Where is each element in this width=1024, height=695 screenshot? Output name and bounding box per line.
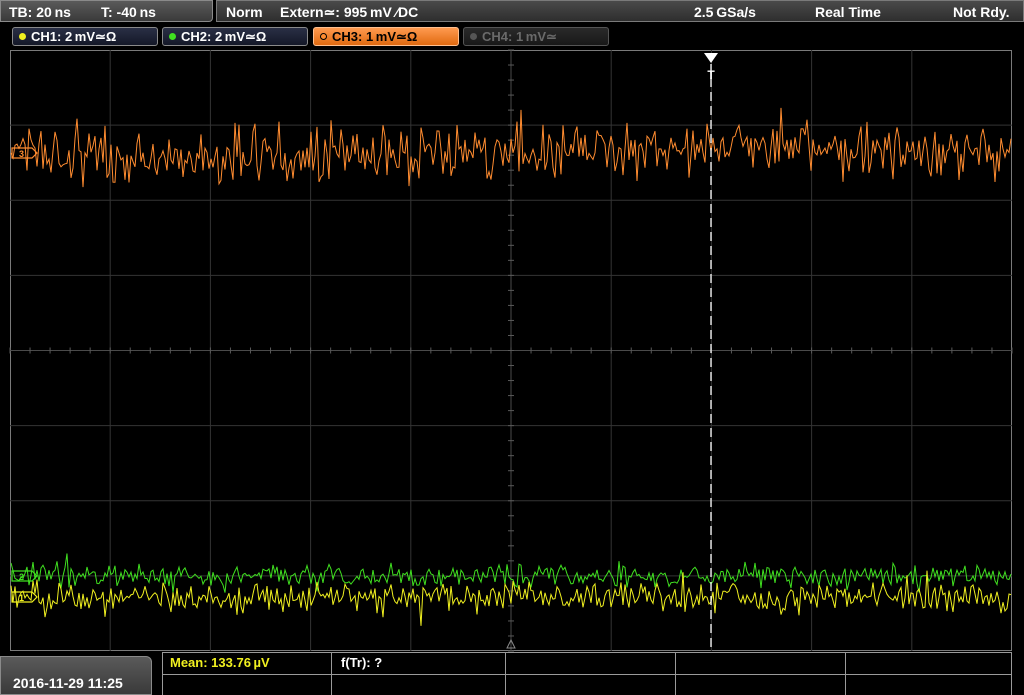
ch1-marker-label: 1 (19, 593, 24, 603)
trigger-arrow-icon[interactable] (704, 53, 718, 63)
date-time-panel: 2016-11-29 11:25 (0, 656, 152, 695)
ch2-offset-marker[interactable]: 2 (11, 570, 38, 582)
measurement-divider (845, 653, 846, 695)
measurement-panel[interactable]: Mean: 133.76 µV f(Tr): ? (162, 652, 1012, 695)
trigger-marker-label: T (707, 68, 715, 82)
date-time: 2016-11-29 11:25 (13, 675, 123, 691)
ch3-offset-marker[interactable]: 3 (11, 147, 38, 159)
measurement-frequency[interactable]: f(Tr): ? (341, 655, 382, 670)
measurement-divider (505, 653, 506, 695)
measurement-mean[interactable]: Mean: 133.76 µV (170, 655, 270, 670)
waveform-canvas: T 3 2 1 (9, 49, 1013, 652)
measurement-divider (675, 653, 676, 695)
ch3-marker-label: 3 (19, 149, 24, 159)
measurement-row (163, 653, 1011, 675)
measurement-divider (331, 653, 332, 695)
ch2-marker-label: 2 (19, 572, 24, 582)
